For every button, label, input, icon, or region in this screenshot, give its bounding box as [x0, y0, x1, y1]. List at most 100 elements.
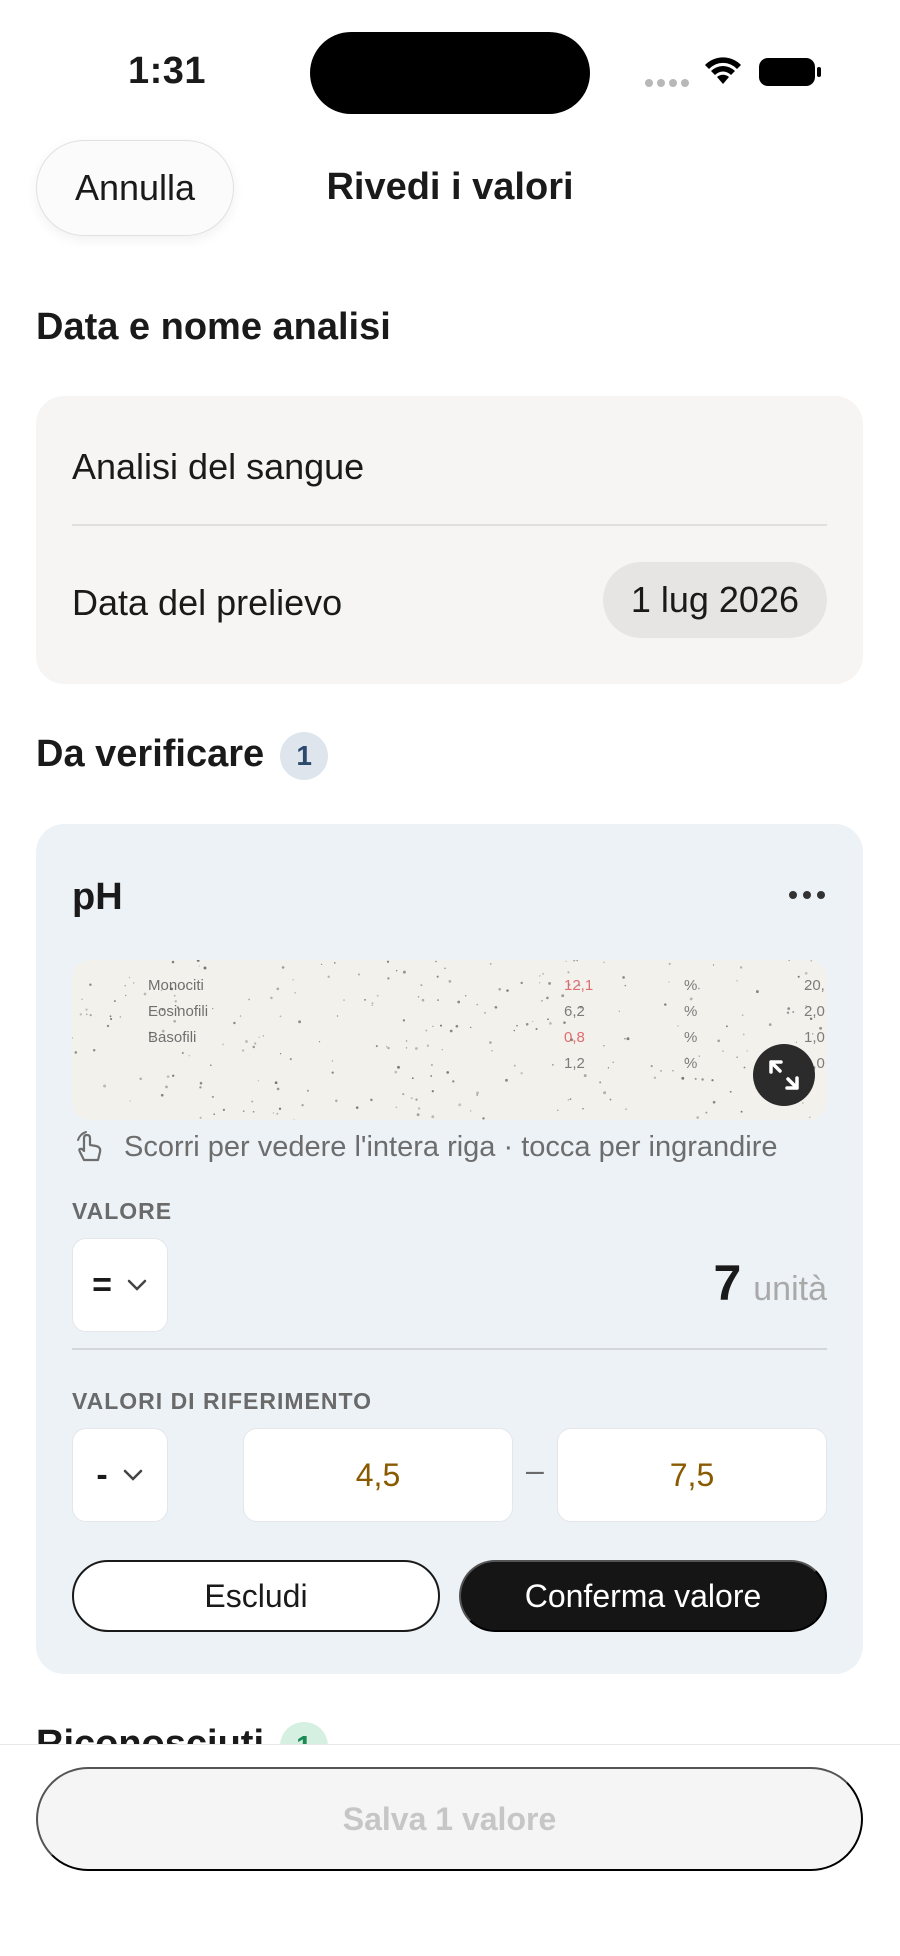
scan-noise-dot [252, 1045, 255, 1049]
scan-noise-dot [276, 1112, 279, 1115]
scan-noise-dot [741, 1014, 744, 1016]
scan-noise-dot [343, 999, 345, 1001]
value-operator-select[interactable]: = [72, 1238, 168, 1332]
scan-noise-dot [664, 1003, 667, 1006]
save-values-button[interactable]: Salva 1 valore [36, 1767, 863, 1871]
scan-noise-dot [402, 1093, 405, 1096]
scan-row-value: 1,2 [564, 1055, 585, 1072]
reference-operator-select[interactable]: - [72, 1428, 168, 1522]
scan-noise-dot [86, 1013, 88, 1016]
value-input[interactable]: 7 unità [713, 1254, 827, 1312]
scan-noise-dot [513, 1029, 515, 1032]
expand-button[interactable] [753, 1044, 815, 1106]
scan-noise-dot [603, 961, 605, 964]
reference-min-input[interactable]: 4,5 [243, 1428, 513, 1522]
scan-noise-dot [371, 1004, 373, 1006]
scan-row-reference: 2,0 [804, 1003, 825, 1020]
value-operator: = [92, 1265, 112, 1304]
scan-noise-dot [650, 1065, 653, 1068]
scan-snippet-image[interactable]: Monociti 12,1% 20, Eosinofili 6,2% 2,0 Basofil… [72, 960, 827, 1120]
scan-noise-dot [248, 998, 251, 1001]
scan-noise-dot [274, 1081, 278, 1085]
hint-row: Scorri per vedere l'intera riga · tocca … [72, 1130, 778, 1164]
scan-noise-dot [768, 1023, 772, 1026]
scan-noise-dot [792, 1011, 795, 1013]
scan-noise-dot [660, 1070, 662, 1072]
scan-noise-dot [804, 971, 808, 975]
reference-max-input[interactable]: 7,5 [557, 1428, 827, 1522]
scan-noise-dot [722, 1050, 724, 1052]
scan-noise-dot [298, 1020, 302, 1024]
scan-noise-dot [725, 1025, 728, 1028]
scan-noise-dot [449, 1029, 453, 1033]
parameter-name: pH [72, 876, 123, 918]
date-label: Data del prelievo [72, 582, 343, 623]
scan-noise-dot [446, 1071, 450, 1074]
scan-noise-dot [430, 1063, 433, 1067]
scan-noise-dot [539, 975, 541, 977]
date-picker-button[interactable]: 1 lug 2026 [602, 562, 827, 638]
scan-noise-dot [203, 966, 207, 970]
scan-noise-dot [188, 1055, 190, 1057]
reference-label: VALORI DI RIFERIMENTO [72, 1388, 372, 1414]
analysis-name-field[interactable]: Analisi del sangue [72, 446, 364, 488]
scan-noise-dot [549, 1022, 552, 1025]
wifi-icon [705, 57, 741, 84]
scan-noise-dot [540, 999, 543, 1002]
scan-noise-dot [425, 1029, 428, 1032]
scan-noise-dot [278, 1107, 282, 1110]
scan-noise-dot [395, 970, 398, 972]
scan-noise-dot [212, 1007, 214, 1010]
scan-noise-dot [106, 1024, 110, 1028]
scan-noise-dot [788, 960, 791, 962]
scan-noise-dot [436, 975, 439, 978]
scan-noise-dot [557, 1109, 559, 1111]
scan-noise-dot [257, 1080, 260, 1082]
status-time: 1:31 [128, 50, 207, 92]
scan-noise-dot [470, 1110, 472, 1112]
scan-noise-dot [199, 1116, 202, 1119]
scan-noise-dot [103, 1084, 107, 1088]
scan-noise-dot [242, 1110, 245, 1113]
scan-noise-dot [279, 1052, 282, 1055]
reference-range-dash: – [526, 1452, 544, 1488]
value-unit: unità [753, 1270, 827, 1308]
scan-noise-dot [532, 1020, 534, 1023]
scan-noise-dot [233, 1021, 236, 1025]
scan-noise-dot [444, 967, 446, 970]
scan-noise-dot [294, 992, 296, 994]
scan-noise-dot [292, 979, 294, 981]
scan-noise-dot [599, 1081, 602, 1084]
scan-noise-dot [625, 1108, 627, 1110]
scan-noise-dot [668, 981, 670, 983]
scan-noise-dot [435, 960, 437, 963]
scan-noise-dot [491, 1049, 493, 1052]
scan-noise-dot [333, 962, 336, 964]
scan-noise-dot [417, 1107, 421, 1110]
scan-noise-dot [211, 1095, 214, 1098]
scan-noise-dot [417, 996, 420, 998]
scan-noise-dot [289, 1058, 292, 1061]
scan-noise-dot [489, 1041, 492, 1044]
scan-row-reference: 20, [804, 977, 825, 994]
scan-noise-dot [173, 994, 176, 997]
more-options-icon[interactable] [787, 888, 827, 902]
scan-noise-dot [143, 992, 147, 996]
chevron-down-icon [123, 1469, 142, 1481]
scan-noise-dot [416, 1113, 420, 1117]
scan-noise-dot [622, 976, 625, 979]
scan-noise-dot [696, 1116, 699, 1119]
scan-noise-dot [624, 1037, 626, 1040]
scan-noise-dot [565, 960, 567, 962]
scan-noise-dot [395, 1106, 398, 1109]
scan-noise-dot [318, 1041, 321, 1043]
scan-noise-dot [484, 1012, 486, 1014]
confirm-value-button[interactable]: Conferma valore [459, 1560, 827, 1632]
scan-noise-dot [327, 975, 330, 979]
exclude-button[interactable]: Escludi [72, 1560, 440, 1632]
scan-noise-dot [668, 962, 671, 965]
scan-noise-dot [375, 1045, 378, 1048]
scan-noise-dot [222, 1043, 224, 1046]
scan-noise-dot [618, 1010, 620, 1012]
scan-noise-dot [258, 1036, 260, 1038]
